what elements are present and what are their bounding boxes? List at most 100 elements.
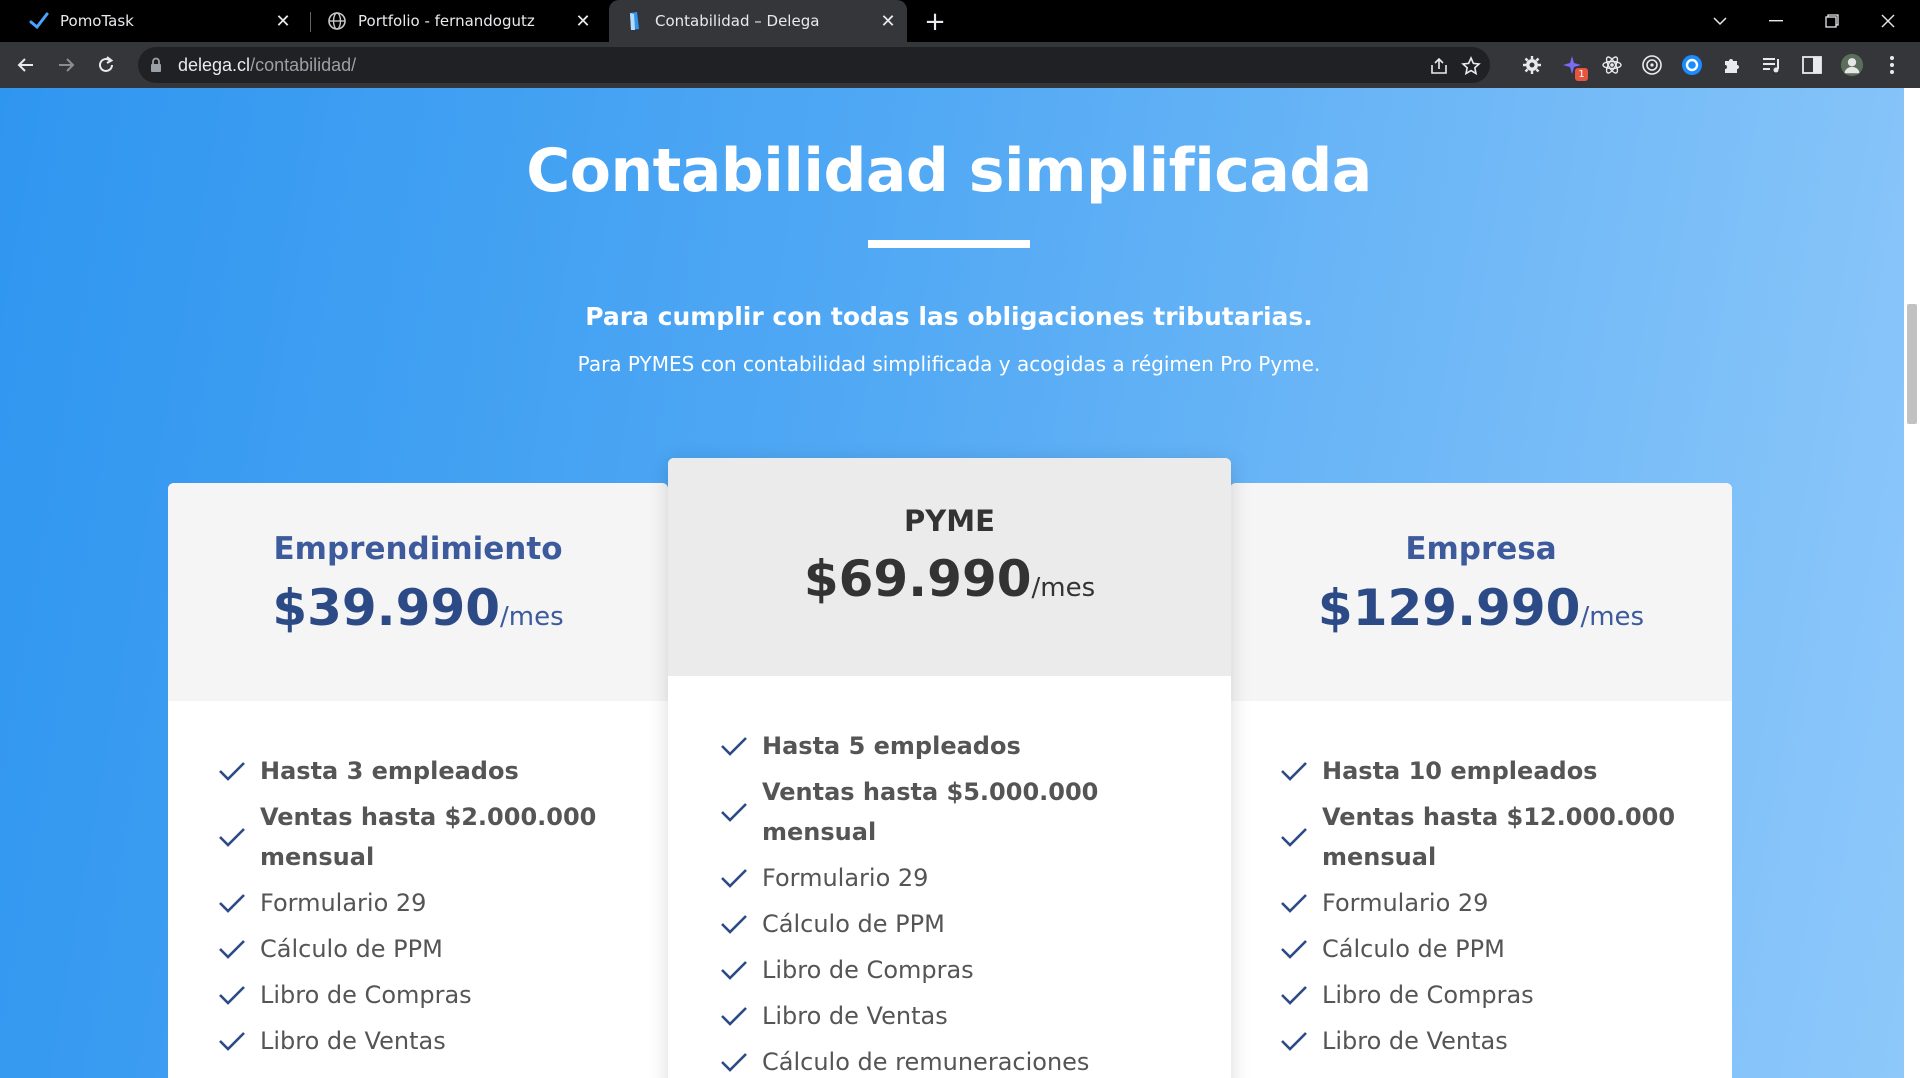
reload-icon <box>99 56 114 72</box>
check-icon <box>219 894 245 913</box>
scrollbar-thumb[interactable] <box>1907 304 1917 424</box>
chevron-down-icon <box>1713 17 1727 26</box>
check-icon <box>219 986 245 1005</box>
lock-icon[interactable] <box>150 57 162 77</box>
check-icon <box>721 961 747 980</box>
browser-toolbar: delega.cl/contabilidad/ 1 <box>0 42 1920 88</box>
side-panel-icon[interactable] <box>1800 53 1824 77</box>
star-extension-icon[interactable]: 1 <box>1560 53 1588 81</box>
check-icon <box>721 915 747 934</box>
minimize-button[interactable] <box>1748 0 1804 42</box>
feature-text: Hasta 5 empleados <box>762 732 1021 760</box>
feature-list: Hasta 5 empleados Ventas hasta $5.000.00… <box>668 726 1231 1078</box>
kebab-menu-icon[interactable] <box>1880 53 1904 77</box>
plan-card-empresa: Empresa $129.990 /mes Hasta 10 empleados… <box>1230 483 1732 1078</box>
plan-name: Emprendimiento <box>273 531 563 567</box>
feature-item: Formulario 29 <box>1280 883 1688 923</box>
check-icon <box>219 762 245 781</box>
feature-list: Hasta 10 empleados Ventas hasta $12.000.… <box>1230 751 1732 1061</box>
address-bar[interactable]: delega.cl/contabilidad/ <box>138 47 1490 83</box>
feature-text: Libro de Compras <box>762 956 974 984</box>
feature-text: Cálculo de PPM <box>260 935 443 963</box>
check-icon <box>1281 828 1307 847</box>
feature-item: Libro de Compras <box>1280 975 1688 1015</box>
feature-item: Libro de Ventas <box>720 996 1187 1036</box>
react-devtools-icon[interactable] <box>1600 53 1624 77</box>
feature-text: Cálculo de remuneraciones <box>762 1048 1090 1076</box>
tab-portfolio[interactable]: Portfolio - fernandogutz ✕ <box>318 0 602 42</box>
feature-item: Ventas hasta $5.000.000 mensual <box>720 772 1187 852</box>
check-icon <box>28 10 50 32</box>
feature-text: Formulario 29 <box>762 864 929 892</box>
feature-item: Libro de Ventas <box>1280 1021 1688 1061</box>
feature-item: Hasta 3 empleados <box>218 751 624 791</box>
check-icon <box>721 1007 747 1026</box>
url-domain: delega.cl <box>178 55 251 75</box>
close-icon[interactable]: ✕ <box>272 10 294 32</box>
feature-text: Libro de Ventas <box>762 1002 948 1030</box>
plan-card-emprendimiento: Emprendimiento $39.990 /mes Hasta 3 empl… <box>168 483 668 1078</box>
check-icon <box>1281 1032 1307 1051</box>
avatar[interactable] <box>1840 53 1864 77</box>
price-row: $39.990 /mes <box>168 579 668 637</box>
url-path: /contabilidad/ <box>250 55 357 75</box>
tab-contabilidad[interactable]: Contabilidad – Delega ✕ <box>609 0 907 42</box>
back-button[interactable] <box>10 49 42 81</box>
close-icon[interactable]: ✕ <box>877 10 899 32</box>
plan-name: Empresa <box>1405 531 1557 567</box>
gear-extension-icon[interactable] <box>1520 53 1544 77</box>
check-icon <box>219 828 245 847</box>
feature-text: Libro de Ventas <box>260 1027 446 1055</box>
extension-badge: 1 <box>1575 68 1588 81</box>
feature-item: Ventas hasta $12.000.000 mensual <box>1280 797 1688 877</box>
plan-header: Emprendimiento $39.990 /mes <box>168 483 668 701</box>
blue-extension-icon[interactable] <box>1680 53 1704 77</box>
check-icon <box>1281 986 1307 1005</box>
check-icon <box>721 737 747 756</box>
feature-text: Libro de Ventas <box>1322 1027 1508 1055</box>
feature-item: Formulario 29 <box>218 883 624 923</box>
media-control-icon[interactable] <box>1760 53 1784 77</box>
delega-favicon-icon <box>623 10 645 32</box>
tab-title: Contabilidad – Delega <box>655 12 820 30</box>
plan-header: Empresa $129.990 /mes <box>1230 483 1732 701</box>
feature-item: Ventas hasta $2.000.000 mensual <box>218 797 624 877</box>
share-icon[interactable] <box>1428 55 1450 77</box>
globe-icon <box>326 10 348 32</box>
feature-item: Libro de Compras <box>218 975 624 1015</box>
feature-text: Libro de Compras <box>260 981 472 1009</box>
extensions-puzzle-icon[interactable] <box>1720 53 1744 77</box>
close-icon[interactable]: ✕ <box>572 10 594 32</box>
close-window-button[interactable] <box>1860 0 1916 42</box>
feature-text: Cálculo de PPM <box>1322 935 1505 963</box>
check-icon <box>721 1053 747 1072</box>
feature-text: Libro de Compras <box>1322 981 1534 1009</box>
feature-item: Libro de Ventas <box>218 1021 624 1061</box>
reload-button[interactable] <box>90 49 122 81</box>
restore-button[interactable] <box>1804 0 1860 42</box>
page-scrollbar[interactable] <box>1904 88 1920 1078</box>
feature-text: Formulario 29 <box>1322 889 1489 917</box>
page-title: Contabilidad simplificada <box>526 136 1372 206</box>
new-tab-button[interactable]: + <box>921 7 949 37</box>
tab-search-button[interactable] <box>1692 0 1748 42</box>
price-row: $129.990 /mes <box>1230 579 1732 637</box>
tab-title: PomoTask <box>60 12 134 30</box>
check-icon <box>721 803 747 822</box>
check-icon <box>219 940 245 959</box>
tab-strip: PomoTask ✕ Portfolio - fernandogutz ✕ Co… <box>0 0 1920 42</box>
arrow-right-icon <box>59 58 75 72</box>
tab-separator <box>310 12 311 32</box>
plan-price: $129.990 <box>1317 579 1581 637</box>
feature-text: Hasta 3 empleados <box>260 757 519 785</box>
feature-text: Formulario 29 <box>260 889 427 917</box>
forward-button[interactable] <box>50 49 82 81</box>
tab-pomotask[interactable]: PomoTask ✕ <box>20 0 302 42</box>
title-divider <box>868 240 1030 248</box>
price-period: /mes <box>500 602 564 632</box>
feature-item: Formulario 29 <box>720 858 1187 898</box>
target-extension-icon[interactable] <box>1640 53 1664 77</box>
bookmark-star-icon[interactable] <box>1460 55 1482 77</box>
check-icon <box>219 1032 245 1051</box>
plan-card-pyme: PYME $69.990 /mes Hasta 5 empleados Vent… <box>668 458 1231 1078</box>
